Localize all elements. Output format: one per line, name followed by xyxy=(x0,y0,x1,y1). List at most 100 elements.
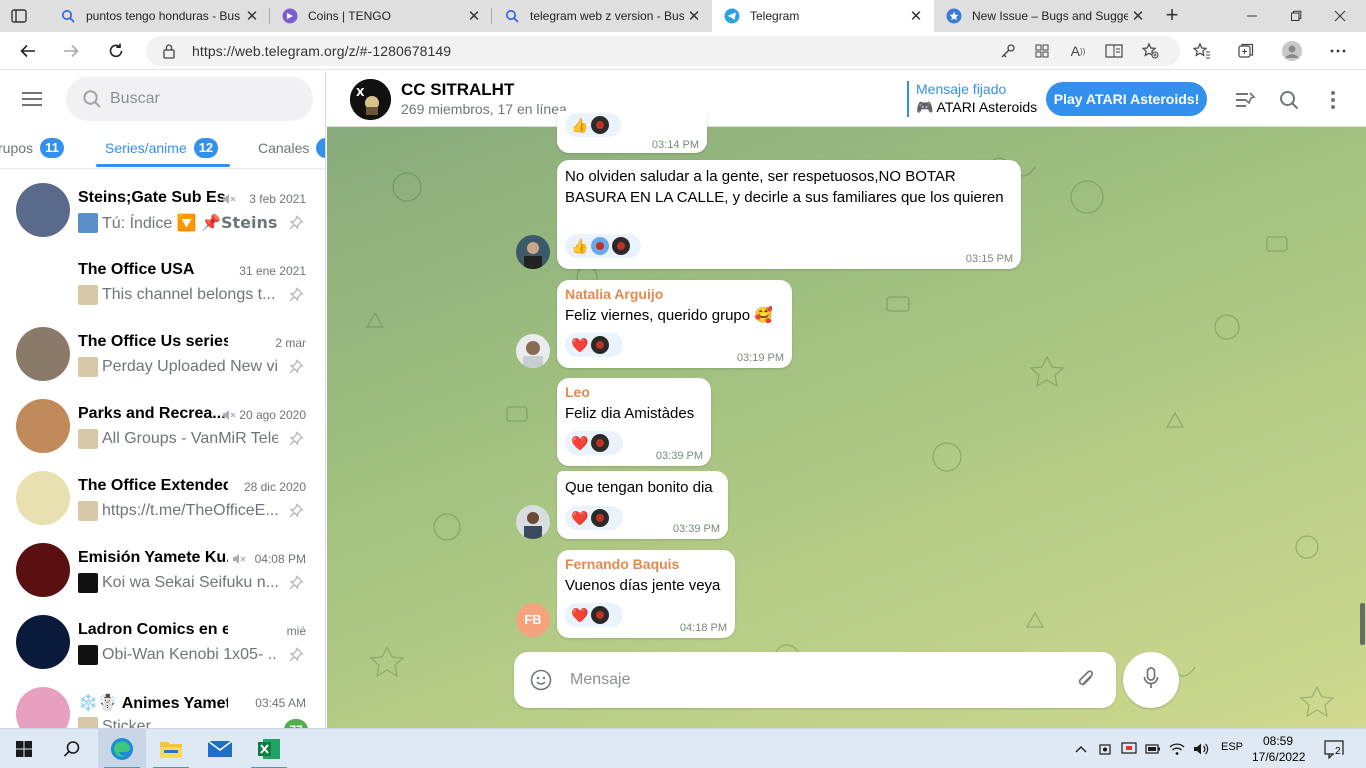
notifications-icon[interactable]: 2 xyxy=(1323,739,1347,759)
chat-list-item[interactable]: Steins;Gate Sub Es... 3 feb 2021 Tú: Índic… xyxy=(0,169,325,241)
attach-icon[interactable] xyxy=(1076,669,1096,696)
user-avatar[interactable] xyxy=(516,334,550,368)
collections-icon[interactable] xyxy=(1236,41,1256,61)
reactions[interactable]: 👍 xyxy=(565,113,621,137)
preview-thumbnail xyxy=(78,213,98,233)
play-game-button[interactable]: Play ATARI Asteroids! xyxy=(1046,82,1207,116)
chat-list-item[interactable]: The Office Us series Co... 2 mar Perday Up… xyxy=(0,313,325,385)
url-text[interactable]: https://web.telegram.org/z/#-1280678149 xyxy=(192,43,451,59)
tab-grupos[interactable]: rupos 11 xyxy=(0,138,65,158)
reactions[interactable]: ❤️ xyxy=(565,431,623,455)
read-aloud-icon[interactable]: A)) xyxy=(1068,41,1088,61)
show-hidden-icons[interactable] xyxy=(1073,741,1089,757)
chat-title[interactable]: CC SITRALHT xyxy=(401,80,514,100)
emoji-icon[interactable] xyxy=(530,669,552,696)
browser-tab-strip: puntos tengo honduras - Bus ✕ Coins | TE… xyxy=(0,0,1366,32)
apps-icon[interactable] xyxy=(1032,41,1052,61)
user-avatar[interactable] xyxy=(516,505,550,539)
add-favorite-icon[interactable] xyxy=(1140,41,1160,61)
restore-icon[interactable] xyxy=(1274,0,1318,32)
search-chat-icon[interactable] xyxy=(1278,89,1300,111)
browser-tab-2[interactable]: Coins | TENGO ✕ xyxy=(270,0,492,32)
chat-preview: https://t.me/TheOfficeE... xyxy=(78,501,278,521)
close-tab-icon[interactable]: ✕ xyxy=(464,7,484,25)
lock-icon[interactable] xyxy=(162,43,176,64)
reader-view-icon[interactable] xyxy=(1104,41,1124,61)
chat-list-item[interactable]: Emisión Yamete Ku... 04:08 PM Koi wa Sekai… xyxy=(0,529,325,601)
chat-list-item[interactable]: Ladron Comics en espa... mié Obi-Wan Kenob… xyxy=(0,601,325,673)
message-bubble[interactable]: No olviden saludar a la gente, ser respe… xyxy=(557,160,1021,269)
chat-name: Emisión Yamete Ku... xyxy=(78,549,228,566)
message-bubble[interactable]: 👍 03:14 PM xyxy=(557,111,707,153)
system-clock[interactable]: 08:59 17/6/2022 xyxy=(1252,733,1305,765)
voice-record-button[interactable] xyxy=(1123,652,1179,708)
scrollbar-thumb[interactable] xyxy=(1360,603,1365,645)
browser-tab-telegram[interactable]: Telegram ✕ xyxy=(712,0,934,32)
close-window-icon[interactable] xyxy=(1318,0,1362,32)
chat-more-icon[interactable] xyxy=(1322,89,1344,111)
battery-icon[interactable] xyxy=(1145,741,1161,757)
close-tab-icon[interactable]: ✕ xyxy=(242,7,262,25)
message-author[interactable]: Fernando Baquis xyxy=(565,556,727,572)
message-author[interactable]: Leo xyxy=(565,384,703,400)
message-bubble[interactable]: Fernando Baquis Vuenos días jente veya ❤… xyxy=(557,550,735,638)
profile-avatar[interactable] xyxy=(1282,41,1302,61)
file-explorer-icon[interactable] xyxy=(147,729,195,768)
close-tab-icon[interactable]: ✕ xyxy=(684,7,704,25)
new-tab-icon[interactable]: + xyxy=(1160,4,1184,28)
app-root: puntos tengo honduras - Bus ✕ Coins | TE… xyxy=(0,0,1366,768)
message-bubble[interactable]: Que tengan bonito dia ❤️ 03:39 PM xyxy=(557,471,728,539)
more-options-icon[interactable] xyxy=(1328,41,1348,61)
message-author[interactable]: Natalia Arguijo xyxy=(565,286,784,302)
chat-list-item[interactable]: The Office Extended 28 dic 2020 https://t.… xyxy=(0,457,325,529)
mail-icon[interactable] xyxy=(196,729,244,768)
tray-app-icon[interactable] xyxy=(1097,741,1113,757)
volume-icon[interactable] xyxy=(1193,741,1209,757)
tab-actions-icon[interactable] xyxy=(10,7,28,25)
menu-icon[interactable] xyxy=(22,91,44,107)
chat-list-item[interactable]: ❄️☃️ Animes Yamete ... 03:45 AM Sticker 77 xyxy=(0,673,325,728)
search-icon xyxy=(82,89,102,114)
reactions[interactable]: ❤️ xyxy=(565,603,623,627)
message-text: Que tengan bonito dia xyxy=(565,479,713,496)
chat-header[interactable]: X CC SITRALHT 269 miembros, 17 en línea … xyxy=(327,71,1366,127)
favorites-icon[interactable] xyxy=(1192,41,1212,61)
message-bubble[interactable]: Natalia Arguijo Feliz viernes, querido g… xyxy=(557,280,792,368)
user-avatar[interactable] xyxy=(516,235,550,269)
wifi-icon[interactable] xyxy=(1169,741,1185,757)
reactions[interactable]: 👍 xyxy=(565,234,641,258)
pinned-text: 🎮 ATARI Asteroids xyxy=(916,99,1038,115)
clock-time: 08:59 xyxy=(1262,734,1294,748)
user-avatar-initials[interactable]: FB xyxy=(516,603,550,637)
reactions[interactable]: ❤️ xyxy=(565,333,623,357)
edge-icon[interactable] xyxy=(98,729,146,768)
refresh-icon[interactable] xyxy=(104,39,128,63)
url-field[interactable]: https://web.telegram.org/z/#-1280678149 … xyxy=(146,36,1180,66)
browser-tab-1[interactable]: puntos tengo honduras - Bus ✕ xyxy=(48,0,270,32)
back-icon[interactable] xyxy=(16,39,40,63)
group-avatar[interactable]: X xyxy=(350,79,391,120)
tab-series-anime[interactable]: Series/anime 12 xyxy=(105,138,219,158)
message-input[interactable]: Mensaje xyxy=(514,652,1116,708)
chat-list-item[interactable]: The Office USA 31 ene 2021 This channel be… xyxy=(0,241,325,313)
close-tab-icon[interactable]: ✕ xyxy=(906,7,926,25)
pinned-list-icon[interactable] xyxy=(1234,89,1256,111)
close-tab-icon[interactable]: ✕ xyxy=(1128,7,1148,25)
browser-tab-5[interactable]: New Issue – Bugs and Sugge ✕ xyxy=(934,0,1156,32)
chat-list-item[interactable]: Parks and Recrea... 20 ago 2020 All Groups… xyxy=(0,385,325,457)
forward-icon[interactable] xyxy=(59,39,83,63)
pin-icon xyxy=(288,575,304,591)
key-icon[interactable] xyxy=(998,41,1018,61)
excel-icon[interactable] xyxy=(245,729,293,768)
input-language[interactable]: ESP xyxy=(1221,741,1243,753)
pinned-message[interactable]: Mensaje fijado 🎮 ATARI Asteroids xyxy=(907,81,1037,117)
search-input[interactable]: Buscar xyxy=(66,77,313,121)
reactions[interactable]: ❤️ xyxy=(565,506,623,530)
taskbar-search-icon[interactable] xyxy=(48,729,96,768)
tab-canales[interactable]: Canales 7 xyxy=(258,138,325,158)
message-bubble[interactable]: Leo Feliz dia Amistàdes ❤️ 03:39 PM xyxy=(557,378,711,466)
minimize-icon[interactable] xyxy=(1230,0,1274,32)
windows-start-icon[interactable] xyxy=(0,729,48,768)
browser-tab-3[interactable]: telegram web z version - Bus ✕ xyxy=(492,0,712,32)
security-icon[interactable] xyxy=(1121,741,1137,757)
